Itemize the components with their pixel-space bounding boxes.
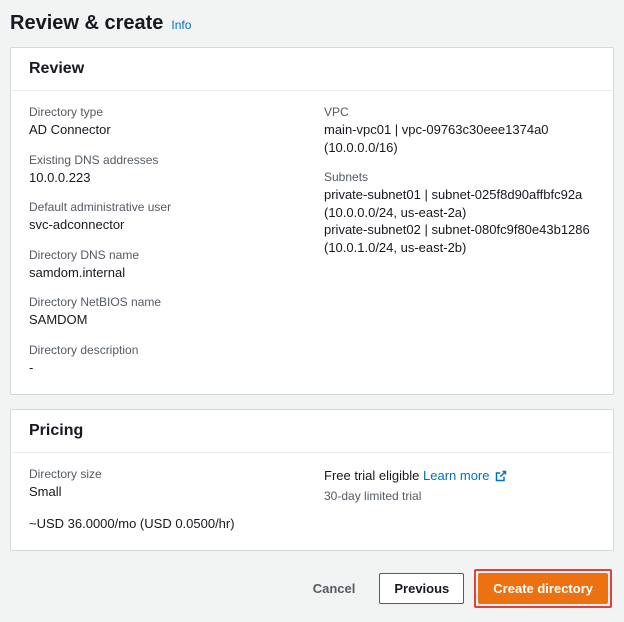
pricing-left-column: Directory size Small ~USD 36.0000/mo (US… <box>29 467 300 532</box>
external-link-icon <box>495 469 507 487</box>
field-trial: Free trial eligible Learn more 30-day li… <box>324 467 595 503</box>
label-vpc: VPC <box>324 105 595 119</box>
pricing-panel-title: Pricing <box>11 410 613 453</box>
previous-button[interactable]: Previous <box>379 573 464 604</box>
review-panel: Review Directory type AD Connector Exist… <box>10 47 614 395</box>
pricing-panel: Pricing Directory size Small ~USD 36.000… <box>10 409 614 551</box>
info-link[interactable]: Info <box>171 18 191 32</box>
label-dns-name: Directory DNS name <box>29 248 300 262</box>
create-directory-button[interactable]: Create directory <box>478 573 608 604</box>
review-right-column: VPC main-vpc01 | vpc-09763c30eee1374a0 (… <box>324 105 595 376</box>
field-directory-type: Directory type AD Connector <box>29 105 300 139</box>
learn-more-text: Learn more <box>423 468 489 483</box>
value-netbios-name: SAMDOM <box>29 311 300 329</box>
cancel-button[interactable]: Cancel <box>299 574 370 603</box>
learn-more-link[interactable]: Learn more <box>423 468 507 483</box>
pricing-right-column: Free trial eligible Learn more 30-day li… <box>324 467 595 532</box>
value-vpc: main-vpc01 | vpc-09763c30eee1374a0 (10.0… <box>324 121 595 156</box>
field-dns-name: Directory DNS name samdom.internal <box>29 248 300 282</box>
label-netbios-name: Directory NetBIOS name <box>29 295 300 309</box>
value-admin-user: svc-adconnector <box>29 216 300 234</box>
field-netbios-name: Directory NetBIOS name SAMDOM <box>29 295 300 329</box>
value-directory-size: Small <box>29 483 300 501</box>
label-directory-size: Directory size <box>29 467 300 481</box>
trial-line: Free trial eligible Learn more <box>324 467 595 487</box>
field-description: Directory description - <box>29 343 300 377</box>
field-cost: ~USD 36.0000/mo (USD 0.0500/hr) <box>29 515 300 533</box>
value-description: - <box>29 359 300 377</box>
trial-text: Free trial eligible <box>324 468 419 483</box>
label-admin-user: Default administrative user <box>29 200 300 214</box>
field-vpc: VPC main-vpc01 | vpc-09763c30eee1374a0 (… <box>324 105 595 156</box>
page-title: Review & create <box>10 12 163 35</box>
create-button-highlight: Create directory <box>474 569 612 608</box>
value-subnets: private-subnet01 | subnet-025f8d90affbfc… <box>324 186 595 256</box>
footer-actions: Cancel Previous Create directory <box>10 565 614 610</box>
value-dns-name: samdom.internal <box>29 264 300 282</box>
label-directory-type: Directory type <box>29 105 300 119</box>
value-dns-addresses: 10.0.0.223 <box>29 169 300 187</box>
trial-note: 30-day limited trial <box>324 489 595 503</box>
value-directory-type: AD Connector <box>29 121 300 139</box>
value-cost: ~USD 36.0000/mo (USD 0.0500/hr) <box>29 515 300 533</box>
review-panel-title: Review <box>11 48 613 91</box>
label-dns-addresses: Existing DNS addresses <box>29 153 300 167</box>
label-subnets: Subnets <box>324 170 595 184</box>
review-left-column: Directory type AD Connector Existing DNS… <box>29 105 300 376</box>
label-description: Directory description <box>29 343 300 357</box>
field-directory-size: Directory size Small <box>29 467 300 501</box>
field-admin-user: Default administrative user svc-adconnec… <box>29 200 300 234</box>
field-subnets: Subnets private-subnet01 | subnet-025f8d… <box>324 170 595 256</box>
field-dns-addresses: Existing DNS addresses 10.0.0.223 <box>29 153 300 187</box>
page-header: Review & create Info <box>10 12 614 35</box>
